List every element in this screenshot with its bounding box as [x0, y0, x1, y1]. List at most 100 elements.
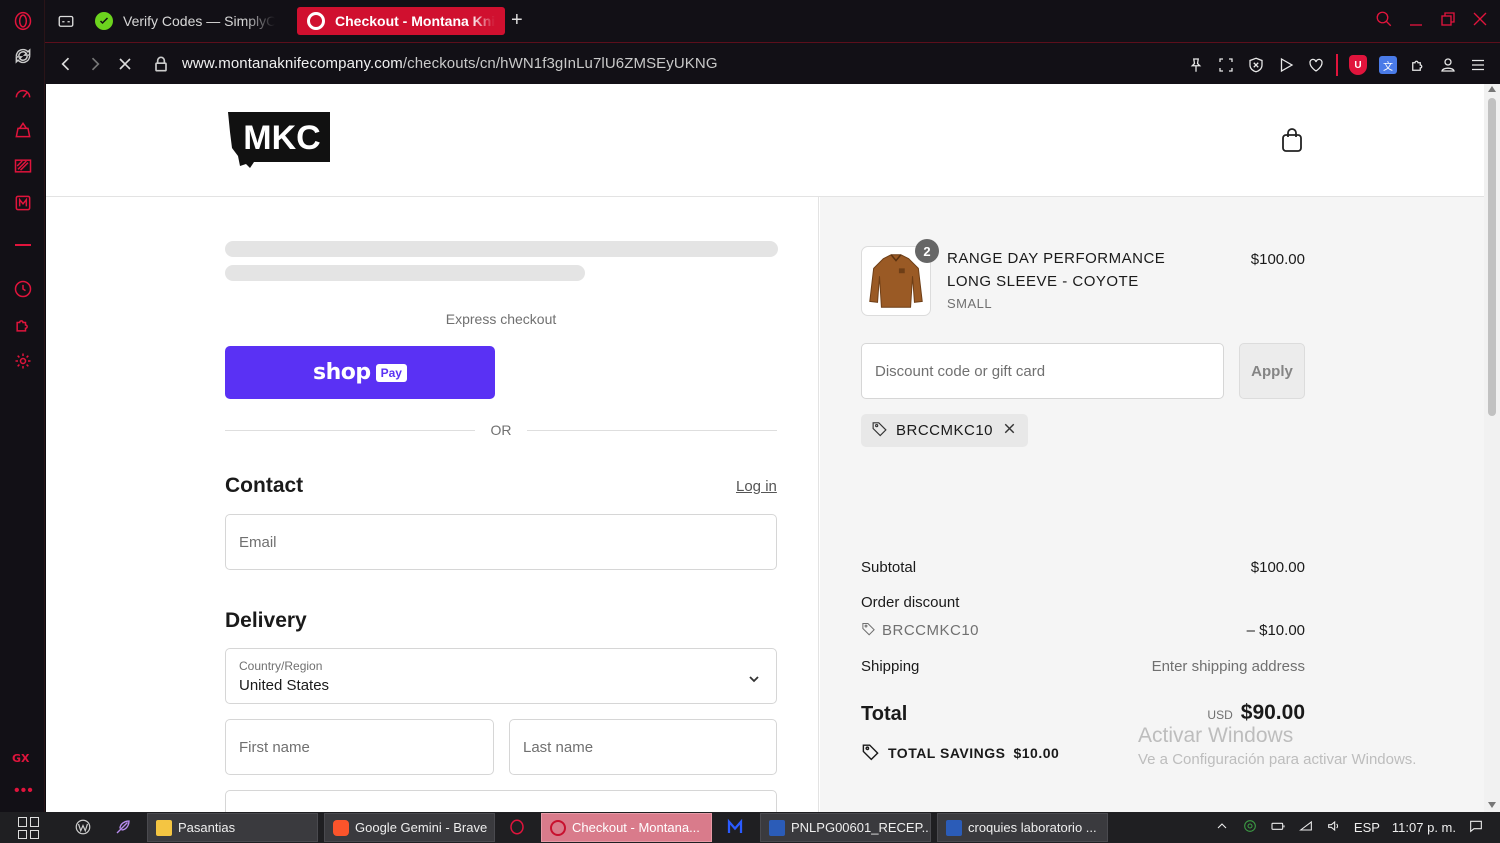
sync-icon[interactable]: [10, 43, 36, 69]
tab-label: Verify Codes — SimplyCodes: [123, 13, 275, 29]
forward-icon[interactable]: [85, 54, 105, 74]
volume-icon[interactable]: [1326, 818, 1342, 837]
tab-checkout[interactable]: Checkout - Montana Knife Company: [297, 7, 505, 35]
total-savings: TOTAL SAVINGS $10.00: [861, 742, 1059, 764]
address-bar: www.montanaknifecompany.com/checkouts/cn…: [45, 42, 1500, 84]
country-label: Country/Region: [239, 659, 323, 673]
search-icon[interactable]: [1375, 10, 1393, 33]
country-select[interactable]: Country/Region United States: [225, 648, 777, 704]
taskbar-label: croquies laboratorio ...: [968, 820, 1097, 835]
start-grid-icon[interactable]: [18, 817, 40, 839]
savings-label: TOTAL SAVINGS: [888, 745, 1006, 761]
close-window-icon[interactable]: [1471, 10, 1489, 33]
gx-control-label[interactable]: GX: [12, 752, 30, 765]
tab-verify-codes[interactable]: Verify Codes — SimplyCodes: [85, 7, 285, 35]
settings-gear-icon[interactable]: [10, 348, 36, 374]
or-divider: OR: [225, 420, 777, 440]
toolbar-icons: U 文: [1186, 54, 1488, 76]
taskbar-item-word-croquies[interactable]: croquies laboratorio ...: [937, 813, 1108, 842]
gx-corner-icon[interactable]: [10, 117, 36, 143]
input-language[interactable]: ESP: [1354, 820, 1380, 835]
snapshot-icon[interactable]: [1216, 55, 1236, 75]
order-summary: 2 RANGE DAY PERFORMANCE LONG SLEEVE - CO…: [820, 197, 1484, 812]
speed-dial-icon[interactable]: [10, 81, 36, 107]
word-icon: [769, 819, 785, 836]
minimize-icon[interactable]: [1407, 10, 1425, 33]
checkout-form-column: Express checkout shop Pay OR Contact Log…: [46, 197, 819, 812]
opera-logo-icon[interactable]: [10, 8, 36, 34]
taskbar-label: Google Gemini - Brave: [355, 820, 488, 835]
messenger-m-icon[interactable]: [10, 190, 36, 216]
mkc-logo[interactable]: MKC: [226, 110, 332, 170]
remove-discount-icon[interactable]: [1001, 420, 1018, 441]
scroll-down-icon[interactable]: [1488, 802, 1496, 808]
wifi-icon[interactable]: [1298, 818, 1314, 837]
order-discount-code-text: BRCCMKC10: [882, 622, 980, 639]
browser-sidebar: GX •••: [0, 0, 45, 812]
shop-pay-button[interactable]: shop Pay: [225, 346, 495, 399]
clock-time[interactable]: 11:07 p. m.: [1392, 820, 1456, 835]
watermark-line1: Activar Windows: [1138, 724, 1294, 747]
taskbar-item-pasantias[interactable]: Pasantias: [147, 813, 318, 842]
restore-icon[interactable]: [1439, 10, 1457, 33]
subtotal-label: Subtotal: [861, 559, 917, 576]
system-tray: ESP 11:07 p. m.: [1214, 812, 1500, 843]
back-icon[interactable]: [56, 54, 76, 74]
ublock-shield-icon[interactable]: U: [1348, 55, 1368, 75]
workspace-icon[interactable]: [57, 12, 75, 30]
loading-skeleton: [225, 241, 778, 257]
notifications-icon[interactable]: [1468, 818, 1484, 837]
m-app-icon[interactable]: [725, 817, 745, 837]
translate-icon[interactable]: 文: [1378, 55, 1398, 75]
twitch-icon[interactable]: [10, 153, 36, 179]
opera-gx-icon[interactable]: [507, 817, 527, 837]
extensions-puzzle-icon[interactable]: [1408, 55, 1428, 75]
taskbar-label: PNLPG00601_RECEP...: [791, 820, 931, 835]
adblock-icon[interactable]: [1246, 55, 1266, 75]
lock-icon[interactable]: [151, 54, 171, 74]
page-scrollbar[interactable]: [1484, 84, 1500, 812]
stop-loading-icon[interactable]: [115, 54, 135, 74]
battery-icon[interactable]: [1270, 818, 1286, 837]
url-field[interactable]: www.montanaknifecompany.com/checkouts/cn…: [182, 55, 718, 72]
email-field[interactable]: Email: [225, 514, 777, 570]
chrome-tray-icon[interactable]: [1242, 818, 1258, 837]
scrollbar-thumb[interactable]: [1488, 98, 1496, 416]
tab-label: Checkout - Montana Knife Company: [335, 13, 495, 29]
apply-button[interactable]: Apply: [1239, 343, 1305, 399]
cart-bag-icon[interactable]: [1280, 127, 1304, 153]
feather-app-icon[interactable]: [113, 817, 133, 837]
word-icon: [946, 819, 962, 836]
show-hidden-icons-chevron-up-icon[interactable]: [1214, 818, 1230, 837]
profile-icon[interactable]: [1438, 55, 1458, 75]
wordpress-icon[interactable]: [73, 817, 93, 837]
new-tab-button[interactable]: +: [511, 10, 523, 30]
taskbar-item-word-pnlpg[interactable]: PNLPG00601_RECEP...: [760, 813, 931, 842]
tag-icon: [861, 621, 876, 640]
first-name-placeholder: First name: [239, 739, 310, 756]
scroll-up-icon[interactable]: [1488, 86, 1496, 92]
last-name-field[interactable]: Last name: [509, 719, 777, 775]
product-name: RANGE DAY PERFORMANCE LONG SLEEVE - COYO…: [947, 250, 1166, 290]
extensions-icon[interactable]: [10, 312, 36, 338]
easy-setup-menu-icon[interactable]: [1468, 55, 1488, 75]
log-in-link[interactable]: Log in: [736, 478, 777, 495]
discount-code-input[interactable]: Discount code or gift card: [861, 343, 1224, 399]
history-icon[interactable]: [10, 276, 36, 302]
first-name-field[interactable]: First name: [225, 719, 494, 775]
applied-code: BRCCMKC10: [896, 422, 994, 439]
sidebar-more-icon[interactable]: •••: [14, 782, 34, 800]
taskbar-item-checkout[interactable]: Checkout - Montana...: [541, 813, 712, 842]
favorite-heart-icon[interactable]: [1306, 55, 1326, 75]
next-field[interactable]: [225, 790, 777, 812]
windows-taskbar: Pasantias Google Gemini - Brave Checkout…: [0, 812, 1500, 843]
shoppay-pay-badge: Pay: [375, 363, 407, 382]
folder-icon: [156, 819, 172, 836]
svg-text:MKC: MKC: [243, 119, 320, 157]
pin-icon[interactable]: [1186, 55, 1206, 75]
player-icon[interactable]: [1276, 55, 1296, 75]
taskbar-item-brave[interactable]: Google Gemini - Brave: [324, 813, 495, 842]
shipping-row: Shipping Enter shipping address: [861, 658, 1305, 675]
opera-icon: [550, 819, 566, 836]
country-value: United States: [239, 677, 330, 694]
